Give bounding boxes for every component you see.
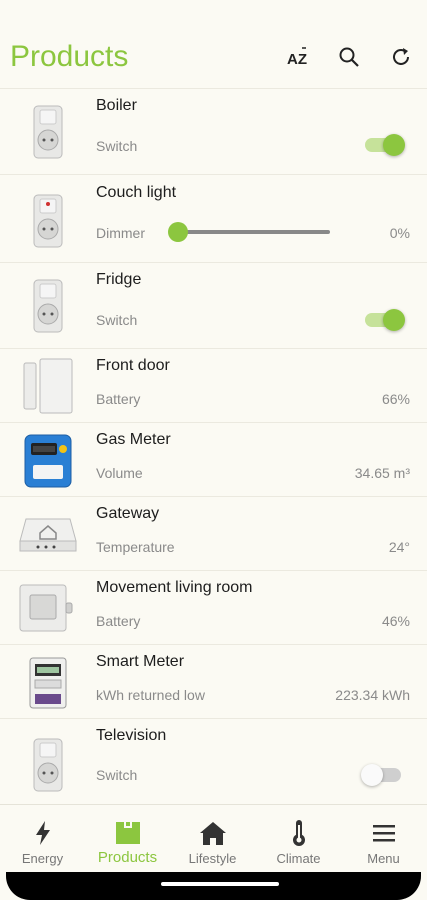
- product-name: Television: [96, 727, 167, 744]
- sort-az-icon[interactable]: AZ: [283, 42, 313, 72]
- toggle-switch[interactable]: [361, 764, 401, 786]
- plug-icon: [18, 735, 78, 795]
- nav-label: Lifestyle: [188, 851, 237, 866]
- door-sensor-icon: [18, 356, 78, 416]
- gateway-icon: [18, 505, 78, 565]
- svg-text:AZ: AZ: [287, 51, 307, 68]
- nav-lifestyle[interactable]: Lifestyle: [170, 805, 255, 873]
- toggle-switch[interactable]: [365, 134, 405, 156]
- product-label: Temperature: [96, 539, 175, 555]
- nav-products[interactable]: Products: [85, 805, 170, 873]
- smart-meter-icon: [18, 653, 78, 713]
- app-header: Products AZ: [0, 0, 427, 88]
- product-label: Switch: [96, 312, 138, 328]
- product-label: Switch: [96, 767, 138, 783]
- toggle-switch[interactable]: [365, 309, 405, 331]
- home-icon: [170, 819, 255, 847]
- products-icon: [85, 819, 170, 847]
- nav-label: Energy: [21, 851, 64, 866]
- toggle-knob: [361, 764, 383, 786]
- nav-label: Climate: [276, 851, 321, 866]
- product-name: Front door: [96, 357, 170, 374]
- product-label: Switch: [96, 138, 138, 154]
- battery-value: 46%: [381, 613, 410, 629]
- toggle-knob: [383, 134, 405, 156]
- product-label: Volume: [96, 465, 143, 481]
- product-label: Battery: [96, 613, 141, 629]
- plug-icon: [18, 102, 78, 162]
- list-item[interactable]: Movement living room Battery 46%: [0, 570, 427, 644]
- bottom-navigation: Energy Products Lifestyle Climate Menu: [0, 804, 427, 873]
- product-name: Boiler: [96, 97, 137, 114]
- temperature-value: 24°: [388, 539, 410, 555]
- dimmer-plug-icon: [18, 191, 78, 251]
- list-item[interactable]: Boiler Switch: [0, 88, 427, 174]
- toggle-knob: [383, 309, 405, 331]
- nav-climate[interactable]: Climate: [256, 805, 341, 873]
- list-item[interactable]: Television Switch: [0, 718, 427, 804]
- nav-label: Products: [97, 849, 158, 866]
- system-navigation-bar: [6, 872, 421, 900]
- battery-value: 66%: [381, 391, 410, 407]
- search-icon[interactable]: [334, 42, 364, 72]
- list-item[interactable]: Fridge Switch: [0, 262, 427, 348]
- list-item[interactable]: Front door Battery 66%: [0, 348, 427, 422]
- product-label: Dimmer: [96, 225, 145, 241]
- product-name: Movement living room: [96, 579, 253, 596]
- slider-knob[interactable]: [168, 222, 188, 242]
- product-label: Battery: [96, 391, 141, 407]
- product-name: Gas Meter: [96, 431, 171, 448]
- page-title: Products: [10, 40, 129, 73]
- motion-sensor-icon: [16, 578, 76, 638]
- product-name: Fridge: [96, 271, 142, 288]
- home-indicator[interactable]: [161, 882, 279, 886]
- refresh-icon[interactable]: [386, 42, 416, 72]
- dimmer-slider[interactable]: [168, 222, 330, 242]
- slider-track: [178, 230, 330, 234]
- list-item[interactable]: Couch light Dimmer 0%: [0, 174, 427, 262]
- list-item[interactable]: Gas Meter Volume 34.65 m³: [0, 422, 427, 496]
- gas-meter-icon: [18, 431, 78, 491]
- kwh-value: 223.34 kWh: [335, 687, 410, 703]
- nav-energy[interactable]: Energy: [0, 805, 85, 873]
- list-item[interactable]: Smart Meter kWh returned low 223.34 kWh: [0, 644, 427, 718]
- product-name: Couch light: [96, 184, 177, 201]
- lightning-icon: [0, 819, 85, 847]
- product-name: Smart Meter: [96, 653, 185, 670]
- nav-menu[interactable]: Menu: [341, 805, 426, 873]
- menu-icon: [341, 819, 426, 847]
- thermometer-icon: [256, 819, 341, 847]
- product-label: kWh returned low: [96, 687, 205, 703]
- nav-label: Menu: [367, 851, 400, 866]
- list-item[interactable]: Gateway Temperature 24°: [0, 496, 427, 570]
- product-name: Gateway: [96, 505, 160, 522]
- plug-icon: [18, 276, 78, 336]
- volume-value: 34.65 m³: [354, 465, 410, 481]
- dimmer-value: 0%: [389, 225, 410, 241]
